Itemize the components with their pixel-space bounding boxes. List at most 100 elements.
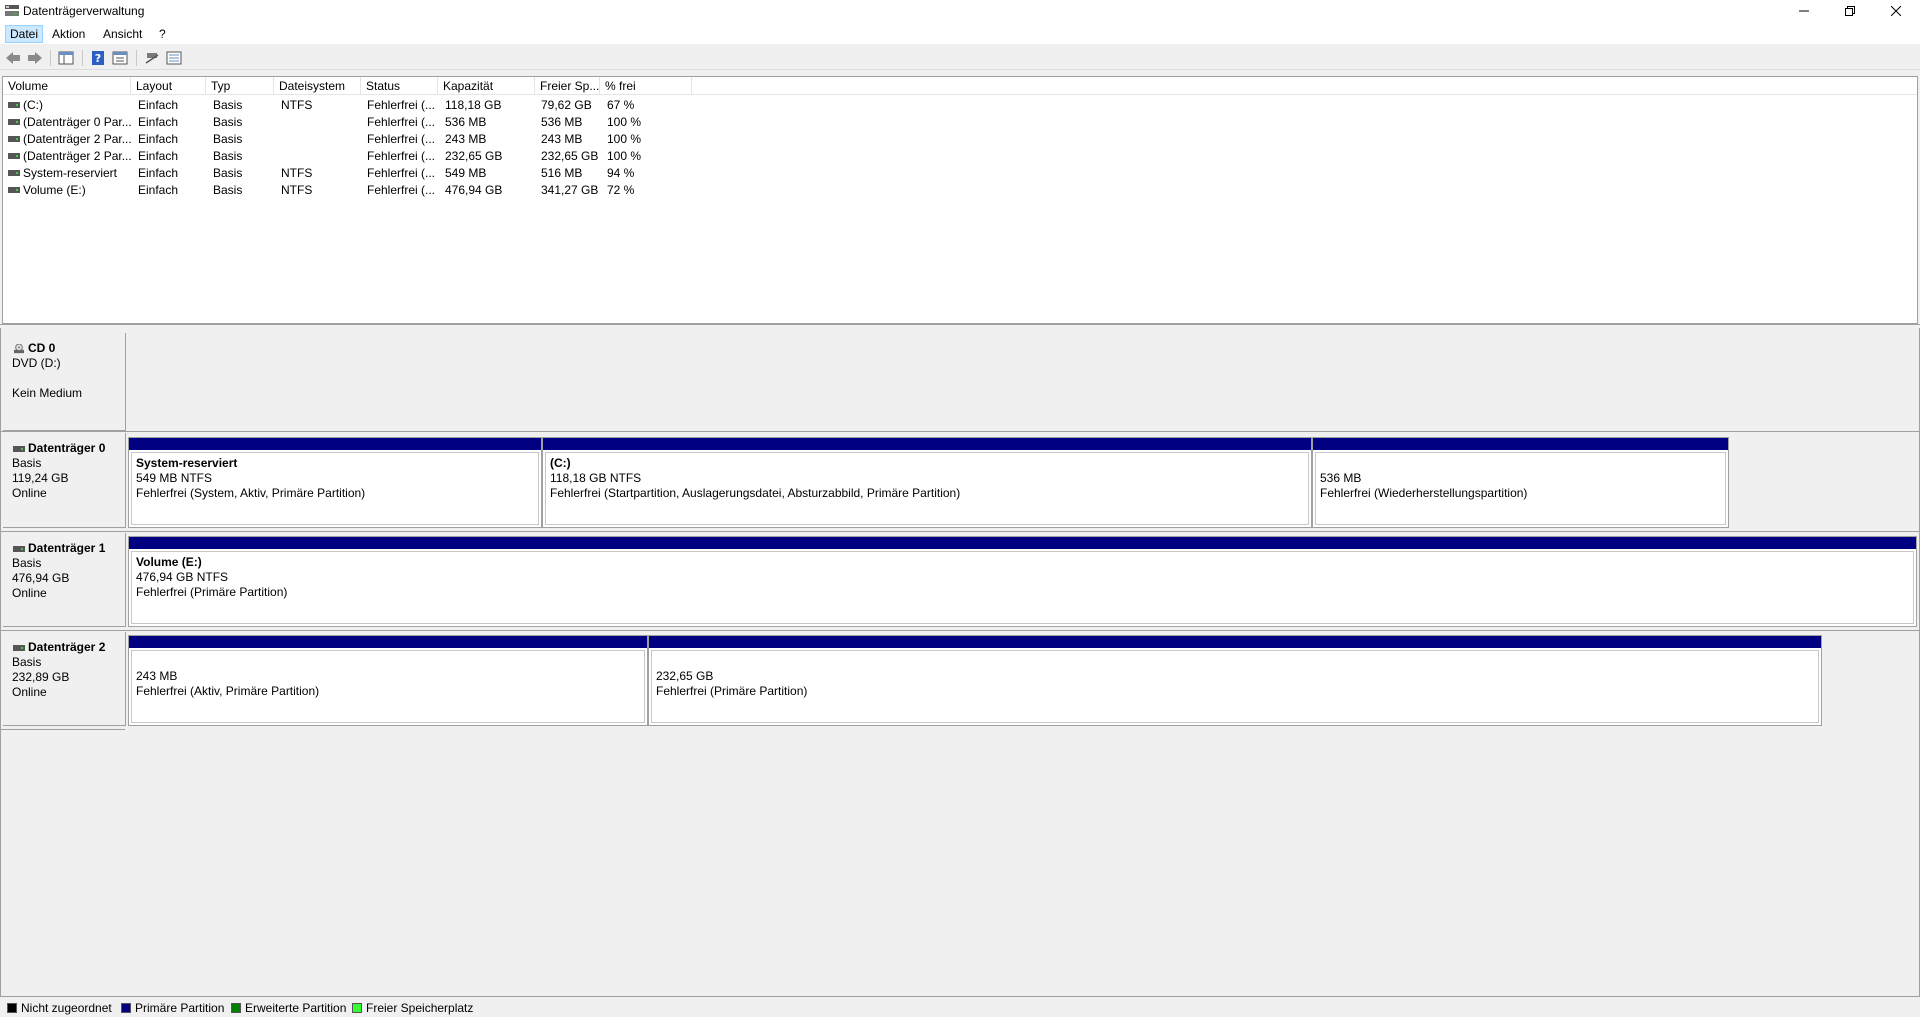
menu-ansicht[interactable]: Ansicht — [98, 25, 147, 43]
partition-disk2-2[interactable]: 232,65 GB Fehlerfrei (Primäre Partition) — [648, 635, 1822, 726]
disk-icon — [13, 445, 25, 452]
help-icon: ? — [92, 51, 104, 65]
cell-dateisystem — [281, 131, 361, 148]
column-header-prozent-frei[interactable]: % frei — [600, 77, 692, 95]
disk-type: Basis — [12, 456, 42, 470]
disk-state: Online — [12, 685, 47, 699]
cell-layout: Einfach — [138, 183, 179, 197]
cell-typ: Basis — [213, 132, 243, 146]
disk-name: Datenträger 0 — [12, 441, 125, 456]
column-header-dateisystem[interactable]: Dateisystem — [274, 77, 361, 95]
partition-type-bar — [129, 636, 647, 648]
cell-freier-speicherplatz: 536 MB — [541, 115, 583, 129]
cell-typ: Basis — [213, 98, 243, 112]
forward-button[interactable] — [25, 49, 45, 67]
disk-label-cd0[interactable]: CD 0 DVD (D:) Kein Medium — [3, 333, 126, 431]
title-bar: Datenträgerverwaltung — [0, 0, 1920, 22]
partition-name — [656, 654, 1818, 669]
table-row[interactable]: (C:) Einfach Basis NTFS Fehlerfrei (... … — [3, 97, 1917, 114]
partition-e[interactable]: Volume (E:) 476,94 GB NTFS Fehlerfrei (P… — [128, 536, 1917, 627]
table-row[interactable]: (Datenträger 2 Par... Einfach Basis Fehl… — [3, 148, 1917, 165]
partition-disk2-1[interactable]: 243 MB Fehlerfrei (Aktiv, Primäre Partit… — [128, 635, 648, 726]
toolbar-separator — [82, 50, 83, 66]
column-header-volume[interactable]: Volume — [3, 77, 131, 95]
partition-status: Fehlerfrei (System, Aktiv, Primäre Parti… — [136, 486, 366, 500]
column-header-status[interactable]: Status — [361, 77, 438, 95]
disk-size: 232,89 GB — [12, 670, 70, 684]
properties-icon — [112, 51, 128, 65]
column-header-kapazitaet[interactable]: Kapazität — [438, 77, 535, 95]
partition-status: Fehlerfrei (Primäre Partition) — [656, 684, 808, 698]
minimize-button[interactable] — [1781, 0, 1827, 22]
disk-size: 476,94 GB — [12, 571, 70, 585]
cell-status: Fehlerfrei (... — [367, 115, 436, 129]
menu-datei[interactable]: Datei — [5, 25, 44, 43]
table-row[interactable]: System-reserviert Einfach Basis NTFS Feh… — [3, 165, 1917, 182]
partition-type-bar — [129, 537, 1916, 549]
cell-freier-speicherplatz: 232,65 GB — [541, 149, 599, 163]
cell-prozent-frei: 100 % — [607, 132, 642, 146]
menu-help[interactable]: ? — [154, 25, 171, 43]
close-icon — [1891, 6, 1901, 16]
disk-name-text: Datenträger 2 — [28, 640, 106, 654]
disk-name: CD 0 — [12, 341, 125, 356]
column-header-layout[interactable]: Layout — [131, 77, 206, 95]
disk-label-2[interactable]: Datenträger 2 Basis 232,89 GB Online — [3, 632, 126, 726]
disk-spacer — [12, 371, 125, 386]
table-row[interactable]: (Datenträger 2 Par... Einfach Basis Fehl… — [3, 131, 1917, 148]
minimize-icon — [1799, 10, 1809, 12]
list-view-icon — [166, 51, 182, 65]
properties-button[interactable] — [110, 49, 130, 67]
menu-bar: Datei Aktion Ansicht ? — [0, 22, 1920, 44]
legend-label: Freier Speicherplatz — [366, 1001, 474, 1015]
connect-button[interactable] — [142, 49, 162, 67]
cell-typ: Basis — [213, 149, 243, 163]
disk-name-text: Datenträger 1 — [28, 541, 106, 555]
list-view-button[interactable] — [164, 49, 184, 67]
disk-label-1[interactable]: Datenträger 1 Basis 476,94 GB Online — [3, 533, 126, 627]
disk-drive-letter: DVD (D:) — [12, 356, 61, 370]
menu-aktion[interactable]: Aktion — [47, 25, 90, 43]
cell-volume: (Datenträger 2 Par... — [23, 132, 131, 146]
partition-system-reserviert[interactable]: System-reserviert 549 MB NTFS Fehlerfrei… — [128, 437, 542, 528]
disk-state: Online — [12, 486, 47, 500]
cell-dateisystem: NTFS — [281, 166, 313, 180]
partition-size: 549 MB NTFS — [136, 471, 213, 485]
restore-button[interactable] — [1827, 0, 1873, 22]
partition-size: 232,65 GB — [656, 669, 714, 683]
partition-body: (C:) 118,18 GB NTFS Fehlerfrei (Startpar… — [545, 452, 1309, 525]
partition-recovery[interactable]: 536 MB Fehlerfrei (Wiederherstellungspar… — [1312, 437, 1729, 528]
partition-body: 232,65 GB Fehlerfrei (Primäre Partition) — [651, 650, 1819, 723]
forward-arrow-icon — [28, 52, 42, 64]
cell-status: Fehlerfrei (... — [367, 166, 436, 180]
back-button[interactable] — [3, 49, 23, 67]
table-row[interactable]: Volume (E:) Einfach Basis NTFS Fehlerfre… — [3, 182, 1917, 199]
legend-item-unallocated: Nicht zugeordnet — [7, 1001, 112, 1015]
cell-prozent-frei: 67 % — [607, 98, 635, 112]
disk-row-divider — [1, 729, 125, 730]
partition-type-bar — [1313, 438, 1728, 450]
partition-name: Volume (E:) — [136, 555, 202, 569]
cell-kapazitaet: 232,65 GB — [445, 149, 503, 163]
cell-status: Fehlerfrei (... — [367, 149, 436, 163]
partition-c[interactable]: (C:) 118,18 GB NTFS Fehlerfrei (Startpar… — [542, 437, 1312, 528]
toolbar-separator — [50, 50, 51, 66]
legend-bar: Nicht zugeordnet Primäre Partition Erwei… — [0, 996, 1920, 1017]
partition-status: Fehlerfrei (Startpartition, Auslagerungs… — [550, 486, 961, 500]
console-tree-icon — [58, 51, 74, 65]
legend-swatch — [7, 1003, 17, 1013]
close-button[interactable] — [1873, 0, 1919, 22]
help-button[interactable]: ? — [88, 49, 108, 67]
table-row[interactable]: (Datenträger 0 Par... Einfach Basis Fehl… — [3, 114, 1917, 131]
column-header-freier-speicherplatz[interactable]: Freier Sp... — [535, 77, 600, 95]
disk-label-0[interactable]: Datenträger 0 Basis 119,24 GB Online — [3, 433, 126, 528]
volume-list-header: Volume Layout Typ Dateisystem Status Kap… — [3, 77, 1917, 95]
cell-volume: (C:) — [23, 98, 43, 112]
partition-size: 536 MB — [1320, 471, 1362, 485]
console-tree-button[interactable] — [56, 49, 76, 67]
column-header-typ[interactable]: Typ — [206, 77, 274, 95]
partition-body: 243 MB Fehlerfrei (Aktiv, Primäre Partit… — [131, 650, 645, 723]
cell-prozent-frei: 100 % — [607, 149, 642, 163]
cell-dateisystem — [281, 114, 361, 131]
legend-swatch — [121, 1003, 131, 1013]
